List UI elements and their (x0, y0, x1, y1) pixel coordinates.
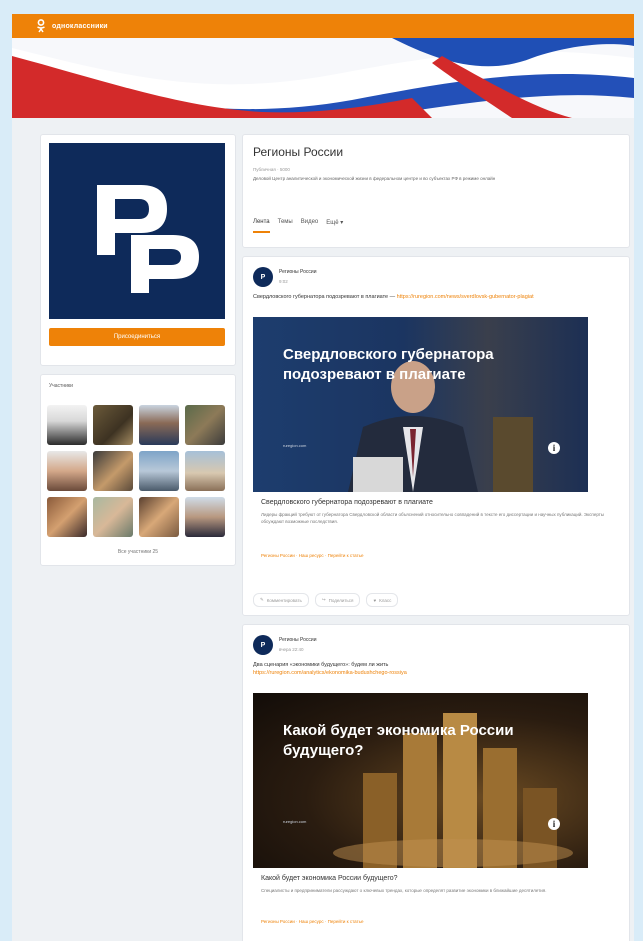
post-author-avatar[interactable]: P (253, 635, 273, 655)
members-card: Участники Все участники 25 (40, 374, 236, 566)
comment-label: Комментировать (266, 597, 302, 603)
post-link[interactable]: https://ruregion.com/news/sverdlovsk-gub… (397, 294, 534, 300)
post-actions: ✎ Комментировать ↪ Поделиться ♥ Класс (253, 593, 399, 607)
share-button[interactable]: ↪ Поделиться (314, 593, 361, 607)
join-group-button[interactable]: Присоединиться (49, 328, 225, 346)
feed-post: P Регионы России вчера 22:40 Два сценари… (242, 624, 630, 941)
info-icon[interactable]: i (548, 442, 560, 454)
top-bar: одноклассники (12, 14, 634, 38)
member-avatar[interactable] (139, 497, 179, 537)
group-title: Регионы России (253, 145, 344, 159)
link-preview-title[interactable]: Свердловского губернатора подозревают в … (261, 499, 433, 506)
post-body: Свердловского губернатора подозревают в … (253, 294, 396, 300)
share-label: Поделиться (328, 597, 354, 603)
member-avatar[interactable] (185, 405, 225, 445)
member-avatar[interactable] (185, 451, 225, 491)
person-photo (348, 361, 533, 492)
image-headline: Какой будет экономика России будущего? (283, 722, 514, 759)
member-avatar[interactable] (139, 405, 179, 445)
flag-ribbon-image (12, 38, 634, 118)
post-author-avatar[interactable]: P (253, 267, 273, 287)
tab-topics[interactable]: Темы (278, 219, 293, 233)
like-icon: ♥ (373, 597, 377, 603)
link-preview-source[interactable]: Регионы России · Наш ресурс · Перейти к … (261, 553, 363, 558)
show-all-members-link[interactable]: Все участники 25 (41, 549, 235, 555)
member-avatar[interactable] (93, 451, 133, 491)
post-timestamp: 9:02 (279, 279, 288, 284)
image-headline: Свердловского губернатора подозревают в … (283, 346, 494, 383)
members-grid (47, 405, 231, 537)
app-frame: одноклассники Присоединиться Участники В… (12, 14, 634, 941)
link-preview-title[interactable]: Какой будет экономика России будущего? (261, 875, 398, 882)
cover-banner (12, 38, 634, 118)
group-profile-card: Присоединиться (40, 134, 236, 366)
post-author-name[interactable]: Регионы России (279, 637, 317, 643)
image-source: ruregion.com (283, 819, 307, 824)
group-logo[interactable] (49, 143, 225, 319)
member-avatar[interactable] (139, 451, 179, 491)
tab-feed[interactable]: Лента (253, 219, 270, 233)
tab-video[interactable]: Видео (301, 219, 319, 233)
image-source: ruregion.com (283, 443, 307, 448)
comment-icon: ✎ (260, 597, 264, 602)
group-header-card: Регионы России Публичная · 5000 Деловой … (242, 134, 630, 248)
member-avatar[interactable] (93, 405, 133, 445)
tab-more[interactable]: Ещё ▾ (326, 219, 343, 233)
post-image[interactable]: Свердловского губернатора подозревают в … (253, 317, 588, 492)
post-author-name[interactable]: Регионы России (279, 269, 317, 275)
link-preview-source[interactable]: Регионы России · Наш ресурс · Перейти к … (261, 919, 363, 924)
member-avatar[interactable] (47, 451, 87, 491)
like-button[interactable]: ♥ Класс (366, 593, 399, 607)
feed-post: P Регионы России 9:02 Свердловского губе… (242, 256, 630, 616)
member-avatar[interactable] (47, 497, 87, 537)
post-text: Два сценария «экономики будущего»: будем… (253, 661, 621, 677)
comment-button[interactable]: ✎ Комментировать (253, 593, 309, 607)
post-link[interactable]: https://ruregion.com/analytics/ekonomika… (253, 670, 407, 676)
ok-logo-icon[interactable] (36, 19, 46, 33)
left-column: Присоединиться Участники Все участники 2… (40, 134, 236, 566)
right-column: Регионы России Публичная · 5000 Деловой … (242, 134, 630, 941)
rr-logo-icon (97, 185, 199, 293)
site-name[interactable]: одноклассники (52, 23, 108, 30)
share-icon: ↪ (321, 597, 326, 602)
link-preview-description: Специалисты и предприниматели рассуждают… (261, 888, 547, 893)
group-tabs: Лента Темы Видео Ещё ▾ (253, 219, 343, 233)
group-description: Деловой Центр аналитической и экономичес… (253, 176, 496, 181)
post-body: Два сценария «экономики будущего»: будем… (253, 662, 389, 668)
post-text: Свердловского губернатора подозревают в … (253, 293, 621, 301)
link-preview-description: Лидеры фракций требуют от губернатора Св… (261, 512, 605, 524)
post-image[interactable]: Какой будет экономика России будущего? r… (253, 693, 588, 868)
coins-photo (333, 713, 573, 868)
like-label: Класс (379, 597, 392, 603)
info-icon[interactable]: i (548, 818, 560, 830)
group-meta: Публичная · 5000 (253, 167, 290, 172)
member-avatar[interactable] (185, 497, 225, 537)
member-avatar[interactable] (93, 497, 133, 537)
members-title: Участники (49, 383, 73, 389)
member-avatar[interactable] (47, 405, 87, 445)
post-timestamp: вчера 22:40 (279, 647, 304, 652)
